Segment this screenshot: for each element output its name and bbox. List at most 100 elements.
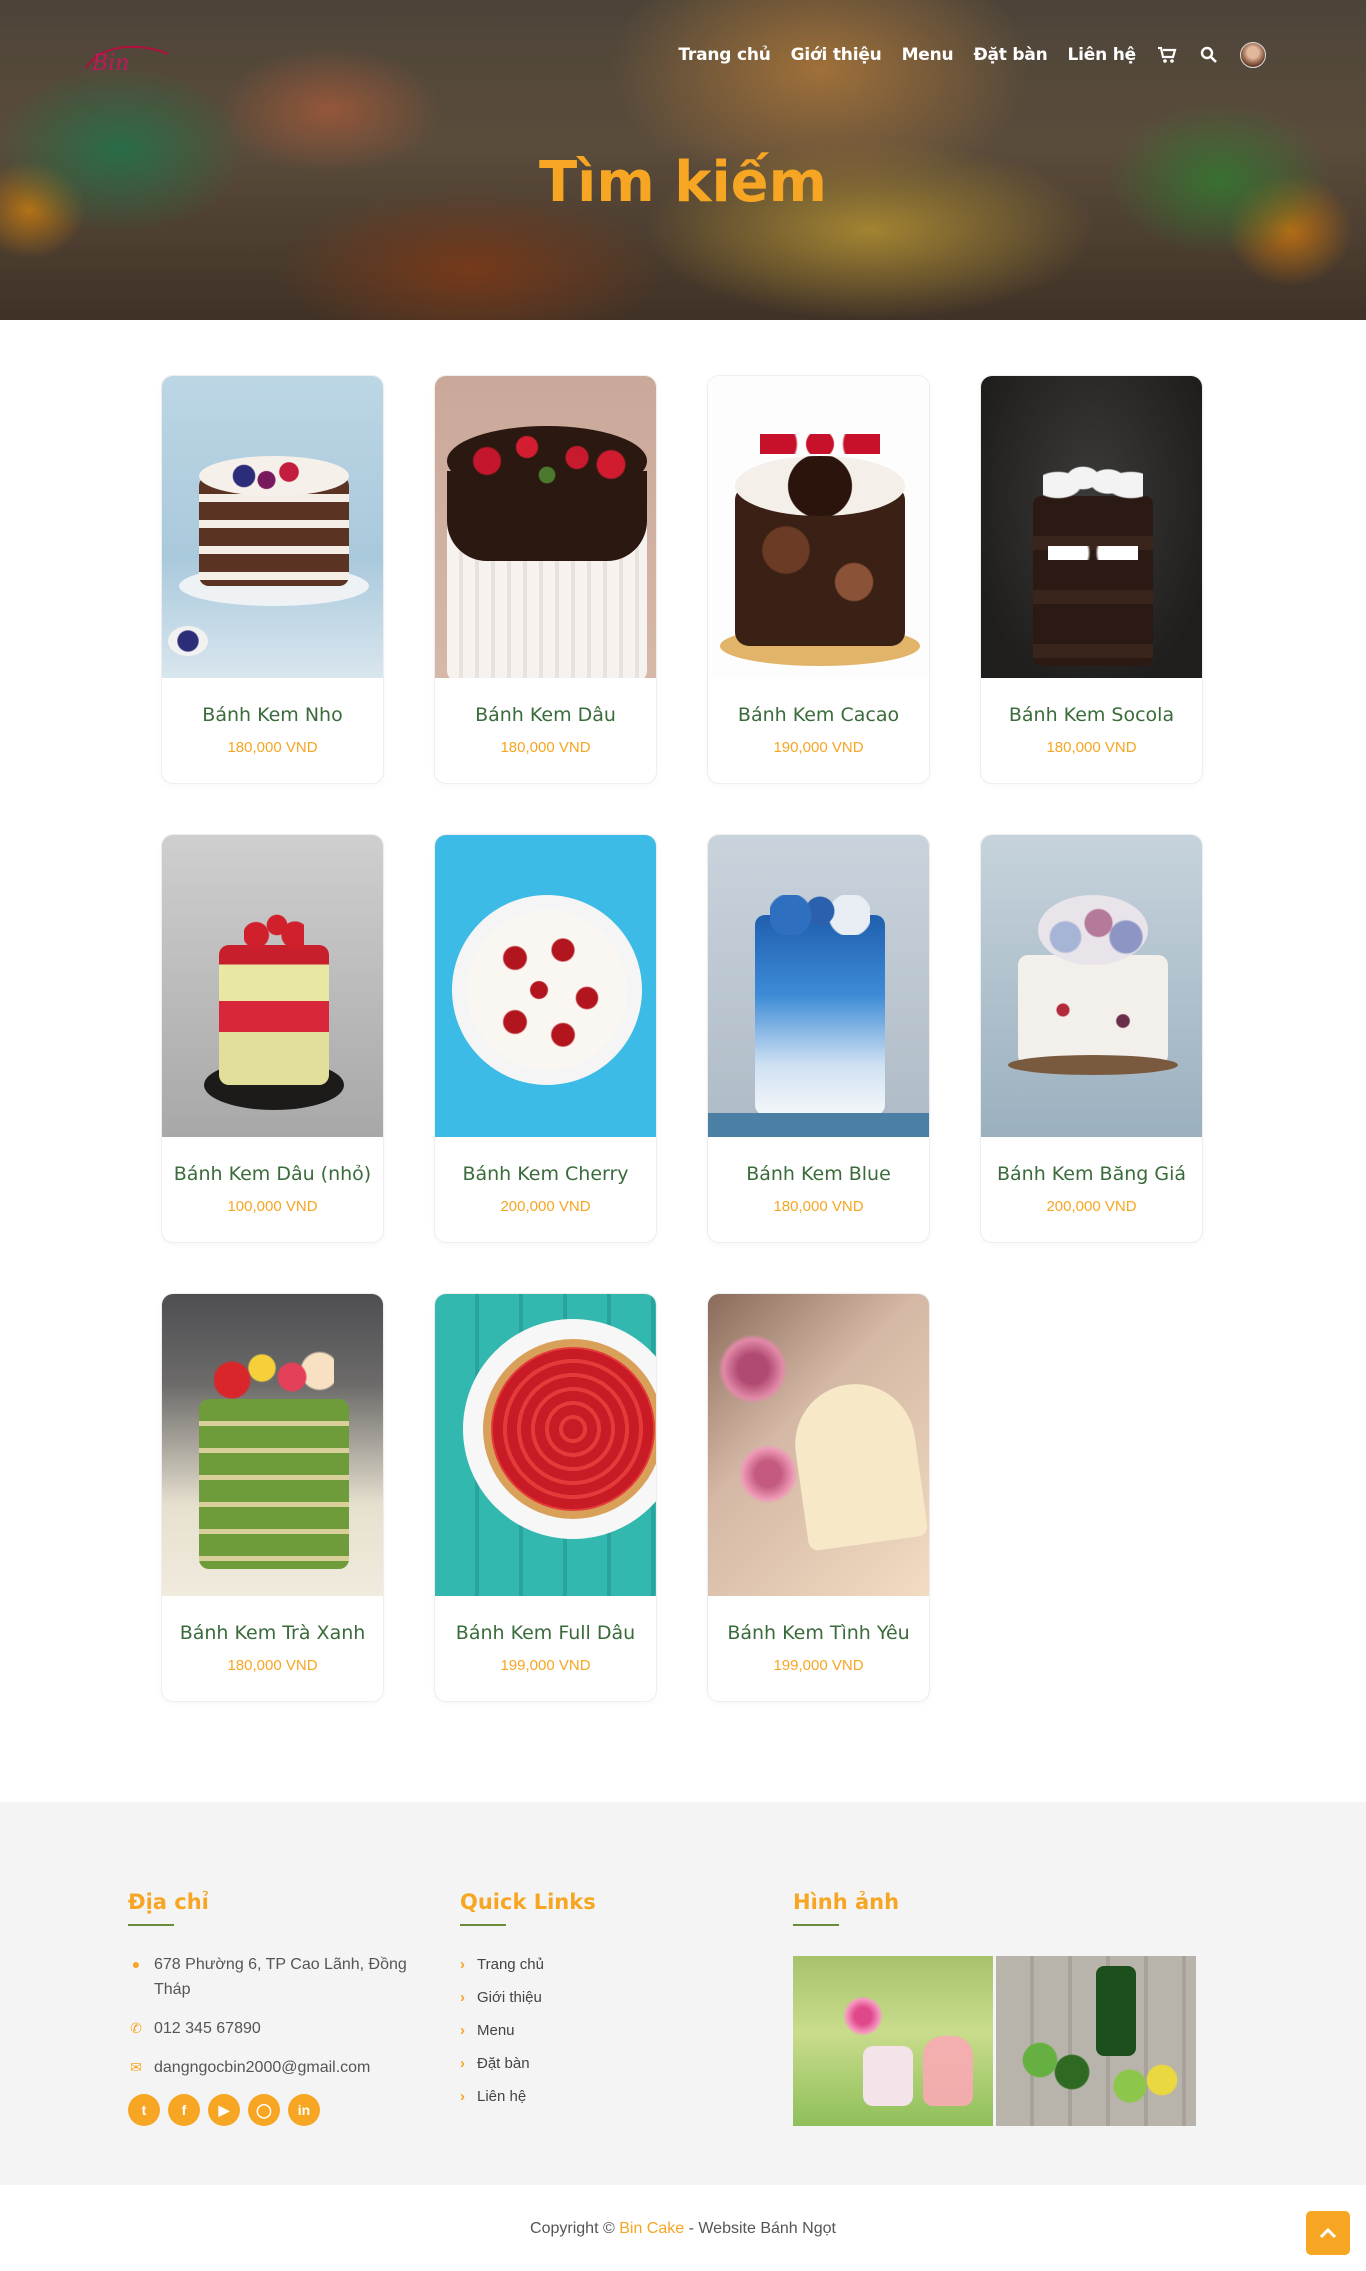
product-card[interactable]: Bánh Kem Dâu 180,000 VND — [434, 375, 657, 784]
product-name[interactable]: Bánh Kem Dâu — [435, 704, 656, 726]
youtube-icon[interactable]: ▶ — [208, 2094, 240, 2126]
copyright-bar: Copyright © Bin Cake - Website Bánh Ngọt — [0, 2185, 1366, 2271]
product-price: 190,000 VND — [773, 739, 864, 756]
product-card[interactable]: Bánh Kem Cacao 190,000 VND — [707, 375, 930, 784]
product-name[interactable]: Bánh Kem Cacao — [708, 704, 929, 726]
product-name[interactable]: Bánh Kem Trà Xanh — [162, 1622, 383, 1644]
nav-menu[interactable]: Menu — [902, 45, 954, 65]
product-card[interactable]: Bánh Kem Tình Yêu 199,000 VND — [707, 1293, 930, 1702]
product-card[interactable]: Bánh Kem Blue 180,000 VND — [707, 834, 930, 1243]
copyright-suffix: - Website Bánh Ngọt — [688, 2220, 836, 2237]
linkedin-icon[interactable]: in — [288, 2094, 320, 2126]
nav-contact[interactable]: Liên hệ — [1068, 45, 1137, 65]
main-menu: Trang chủ Giới thiệu Menu Đặt bàn Liên h… — [678, 42, 1266, 68]
hero-banner: Bin Trang chủ Giới thiệu Menu Đặt bàn Li… — [0, 0, 1366, 320]
product-price: 199,000 VND — [500, 1657, 591, 1674]
social-links: t f ▶ ◯ in — [128, 2094, 418, 2126]
product-price: 180,000 VND — [773, 1198, 864, 1215]
product-card[interactable]: Bánh Kem Cherry 200,000 VND — [434, 834, 657, 1243]
nav-booking[interactable]: Đặt bàn — [973, 45, 1047, 65]
chevron-right-icon: › — [460, 2055, 465, 2072]
product-card[interactable]: Bánh Kem Dâu (nhỏ) 100,000 VND — [161, 834, 384, 1243]
product-image[interactable] — [981, 835, 1202, 1137]
chevron-right-icon: › — [460, 1989, 465, 2006]
product-image[interactable] — [435, 1294, 656, 1596]
product-price: 180,000 VND — [1046, 739, 1137, 756]
chevron-right-icon: › — [460, 2022, 465, 2039]
product-price: 200,000 VND — [1046, 1198, 1137, 1215]
chevron-right-icon: › — [460, 2088, 465, 2105]
nav-about[interactable]: Giới thiệu — [791, 45, 882, 65]
copyright-brand[interactable]: Bin Cake — [619, 2220, 684, 2237]
copyright-prefix: Copyright © — [530, 2220, 615, 2237]
cart-icon[interactable] — [1156, 44, 1178, 66]
quick-link-booking[interactable]: › Đặt bàn — [460, 2055, 720, 2072]
product-price: 180,000 VND — [500, 739, 591, 756]
email-row: ✉ dangngocbin2000@gmail.com — [128, 2055, 418, 2080]
envelope-icon: ✉ — [130, 2059, 142, 2075]
title-underline — [128, 1924, 174, 1926]
logo[interactable]: Bin — [80, 40, 172, 76]
product-image[interactable] — [162, 376, 383, 678]
product-card[interactable]: Bánh Kem Full Dâu 199,000 VND — [434, 1293, 657, 1702]
nav-home[interactable]: Trang chủ — [678, 45, 770, 65]
instagram-icon[interactable]: ◯ — [248, 2094, 280, 2126]
quick-link-contact[interactable]: › Liên hệ — [460, 2088, 720, 2105]
product-price: 180,000 VND — [227, 739, 318, 756]
product-card[interactable]: Bánh Kem Nho 180,000 VND — [161, 375, 384, 784]
product-price: 180,000 VND — [227, 1657, 318, 1674]
email-text[interactable]: dangngocbin2000@gmail.com — [154, 2055, 370, 2080]
back-to-top-button[interactable] — [1306, 2211, 1350, 2255]
address-text: 678 Phường 6, TP Cao Lãnh, Đồng Tháp — [154, 1956, 407, 1998]
product-card[interactable]: Bánh Kem Socola 180,000 VND — [980, 375, 1203, 784]
address-row: ● 678 Phường 6, TP Cao Lãnh, Đồng Tháp — [128, 1952, 418, 2002]
product-price: 100,000 VND — [227, 1198, 318, 1215]
product-name[interactable]: Bánh Kem Băng Giá — [981, 1163, 1202, 1185]
footer-images-col: Hình ảnh — [793, 1890, 1213, 2126]
product-name[interactable]: Bánh Kem Tình Yêu — [708, 1622, 929, 1644]
footer-quick-title: Quick Links — [460, 1890, 596, 1914]
product-price: 199,000 VND — [773, 1657, 864, 1674]
facebook-icon[interactable]: f — [168, 2094, 200, 2126]
product-name[interactable]: Bánh Kem Blue — [708, 1163, 929, 1185]
product-image[interactable] — [708, 1294, 929, 1596]
product-name[interactable]: Bánh Kem Socola — [981, 704, 1202, 726]
phone-text[interactable]: 012 345 67890 — [154, 2016, 261, 2041]
gallery-image[interactable] — [996, 1956, 1196, 2126]
product-name[interactable]: Bánh Kem Nho — [162, 704, 383, 726]
product-image[interactable] — [162, 1294, 383, 1596]
phone-icon: ✆ — [130, 2020, 142, 2036]
chevron-right-icon: › — [460, 1956, 465, 1973]
search-icon[interactable] — [1198, 44, 1220, 66]
product-card[interactable]: Bánh Kem Băng Giá 200,000 VND — [980, 834, 1203, 1243]
chevron-up-icon — [1319, 2227, 1337, 2239]
footer: Địa chỉ ● 678 Phường 6, TP Cao Lãnh, Đồn… — [0, 1802, 1366, 2185]
title-underline — [793, 1924, 839, 1926]
page-title: Tìm kiếm — [538, 150, 827, 215]
svg-text:Bin: Bin — [91, 51, 129, 76]
product-name[interactable]: Bánh Kem Dâu (nhỏ) — [162, 1163, 383, 1185]
twitter-icon[interactable]: t — [128, 2094, 160, 2126]
footer-images-title: Hình ảnh — [793, 1890, 900, 1914]
footer-links-col: Quick Links › Trang chủ › Giới thiệu › Menu… — [460, 1890, 720, 2121]
product-name[interactable]: Bánh Kem Cherry — [435, 1163, 656, 1185]
product-name[interactable]: Bánh Kem Full Dâu — [435, 1622, 656, 1644]
quick-link-home[interactable]: › Trang chủ — [460, 1956, 720, 1973]
quick-link-menu[interactable]: › Menu — [460, 2022, 720, 2039]
product-image[interactable] — [708, 835, 929, 1137]
product-image[interactable] — [162, 835, 383, 1137]
product-grid: Bánh Kem Nho 180,000 VND Bánh Kem Dâu 18… — [161, 375, 1205, 1702]
gallery-image[interactable] — [793, 1956, 993, 2126]
map-marker-icon: ● — [131, 1956, 141, 1972]
title-underline — [460, 1924, 506, 1926]
phone-row: ✆ 012 345 67890 — [128, 2016, 418, 2041]
product-card[interactable]: Bánh Kem Trà Xanh 180,000 VND — [161, 1293, 384, 1702]
product-image[interactable] — [981, 376, 1202, 678]
quick-link-about[interactable]: › Giới thiệu — [460, 1989, 720, 2006]
top-nav: Bin Trang chủ Giới thiệu Menu Đặt bàn Li… — [0, 0, 1366, 110]
product-price: 200,000 VND — [500, 1198, 591, 1215]
product-image[interactable] — [435, 835, 656, 1137]
product-image[interactable] — [435, 376, 656, 678]
user-avatar[interactable] — [1240, 42, 1266, 68]
product-image[interactable] — [708, 376, 929, 678]
